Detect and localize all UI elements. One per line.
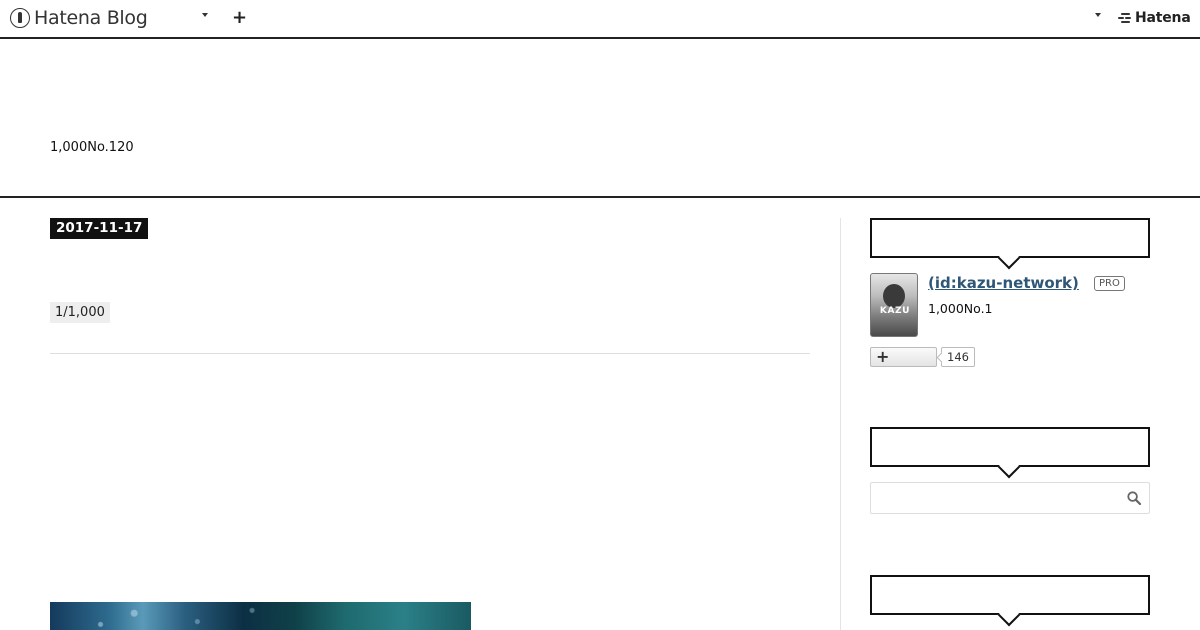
module-title <box>870 575 1150 615</box>
global-header: Hatena Blog + Hatena <box>0 0 1200 39</box>
search-module-title <box>870 427 1150 467</box>
pro-badge: PRO <box>1094 276 1125 291</box>
column-separator <box>840 218 841 630</box>
search-input[interactable] <box>877 489 1117 509</box>
hatena-blog-brand-link[interactable]: Hatena Blog <box>10 7 148 29</box>
blog-header: 1,000No.120 <box>0 39 1200 198</box>
avatar-text: KAZU <box>879 306 911 316</box>
brand-name: Hatena Blog <box>34 7 148 29</box>
user-menu-chevron-down-icon[interactable] <box>1095 13 1101 17</box>
search-icon[interactable] <box>1127 491 1141 505</box>
search-field[interactable] <box>870 482 1150 514</box>
hatena-name: Hatena <box>1135 10 1191 26</box>
profile-module-title <box>870 218 1150 258</box>
hatena-logo-icon <box>1118 12 1132 24</box>
subscribe-button[interactable]: + <box>870 347 937 367</box>
entry-divider <box>50 353 810 354</box>
plus-icon: + <box>876 347 890 366</box>
entry-image <box>50 602 471 630</box>
chevron-down-icon[interactable] <box>202 13 208 17</box>
entry-category[interactable]: 1/1,000 <box>50 302 110 323</box>
profile-description: 1,000No.1 <box>928 301 993 316</box>
hatena-link[interactable]: Hatena <box>1118 10 1191 26</box>
entry-date[interactable]: 2017-11-17 <box>50 218 149 239</box>
subscriber-count: 146 <box>941 347 975 367</box>
entry-content: 2017-11-17 1/1,000 <box>50 198 810 630</box>
plus-icon[interactable]: + <box>232 9 247 27</box>
profile-name-link[interactable]: (id:kazu-network) <box>928 274 1079 292</box>
hatena-blog-logo-icon <box>10 8 30 28</box>
avatar[interactable]: KAZU <box>870 273 918 337</box>
blog-description: 1,000No.120 <box>50 140 134 155</box>
